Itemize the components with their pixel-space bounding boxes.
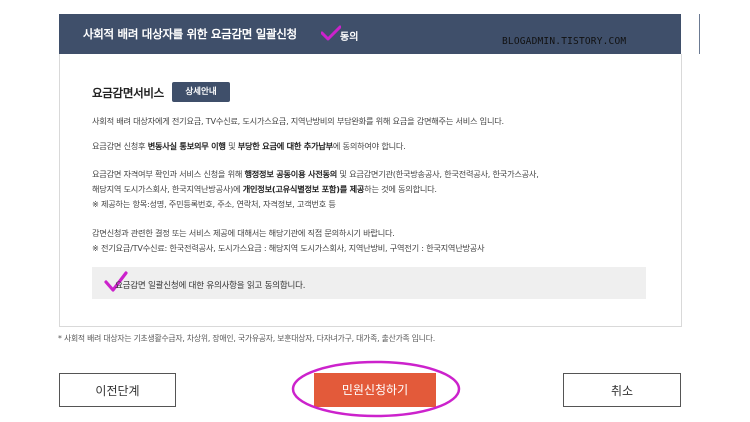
notice-line: 요금감면 신청후 변동사실 통보의무 이행 및 부당한 요금에 대한 추가납부에…: [92, 140, 406, 152]
notice-text: 요금감면 신청후: [92, 141, 148, 151]
agency-line: ※ 전기요금/TV수신료: 한국전력공사, 도시가스요금 : 해당지역 도시가스…: [92, 243, 485, 253]
provided-items-line: ※ 제공하는 항목:성명, 주민등록번호, 주소, 연락처, 자격정보, 고객번…: [92, 199, 336, 209]
section-title: 사회적 배려 대상자를 위한 요금감면 일괄신청: [83, 27, 297, 41]
cancel-button[interactable]: 취소: [563, 373, 681, 407]
consent-checkbox-label[interactable]: 요금감면 일괄신청에 대한 유의사항을 읽고 동의합니다.: [115, 279, 305, 291]
agree-label[interactable]: 동의: [340, 28, 358, 43]
notice-bold: 부당한 요금에 대한 추가납부: [237, 141, 333, 151]
header-divider: [699, 14, 700, 54]
consent-detail-line: 요금감면 자격여부 확인과 서비스 신청을 위해 행정정보 공동이용 사전동의 …: [92, 168, 539, 180]
consent-detail-bold: 개인정보(고유식별정보 포함)를 제공: [242, 184, 365, 194]
accordion-header[interactable]: 사회적 배려 대상자를 위한 요금감면 일괄신청 동의: [59, 14, 725, 54]
notice-text: 및: [225, 141, 238, 151]
consent-detail-text: 및 요금감면기관(한국방송공사, 한국전력공사, 한국가스공사,: [337, 169, 539, 179]
consent-detail-text: 요금감면 자격여부 확인과 서비스 신청을 위해: [92, 169, 245, 179]
highlight-circle-annotation: [291, 360, 461, 418]
watermark: BLOGADMIN.TISTORY.COM: [502, 36, 627, 47]
checkmark-icon[interactable]: [321, 25, 341, 41]
inquiry-line: 감면신청과 관련한 결정 또는 서비스 제공에 대해서는 해당기관에 직접 문의…: [92, 228, 395, 238]
consent-detail-text: 해당지역 도시가스회사, 한국지역난방공사)에: [92, 184, 243, 194]
footnote: * 사회적 배려 대상자는 기초생활수급자, 차상위, 장애인, 국가유공자, …: [58, 334, 435, 343]
consent-detail-text: 하는 것에 동의합니다.: [364, 184, 437, 194]
detail-button[interactable]: 상세안내: [172, 82, 230, 102]
previous-step-button[interactable]: 이전단계: [59, 373, 176, 407]
description-line: 사회적 배려 대상자에게 전기요금, TV수신료, 도시가스요금, 지역난방비의…: [92, 116, 504, 126]
service-title: 요금감면서비스: [92, 86, 164, 100]
notice-text: 에 동의하여야 합니다.: [332, 141, 406, 151]
consent-detail-bold: 행정정보 공동이용 사전동의: [244, 169, 338, 179]
chevron-down-icon[interactable]: [714, 28, 726, 40]
notice-bold: 변동사실 통보의무 이행: [147, 141, 226, 151]
consent-detail-line: 해당지역 도시가스회사, 한국지역난방공사)에 개인정보(고유식별정보 포함)를…: [92, 183, 437, 195]
